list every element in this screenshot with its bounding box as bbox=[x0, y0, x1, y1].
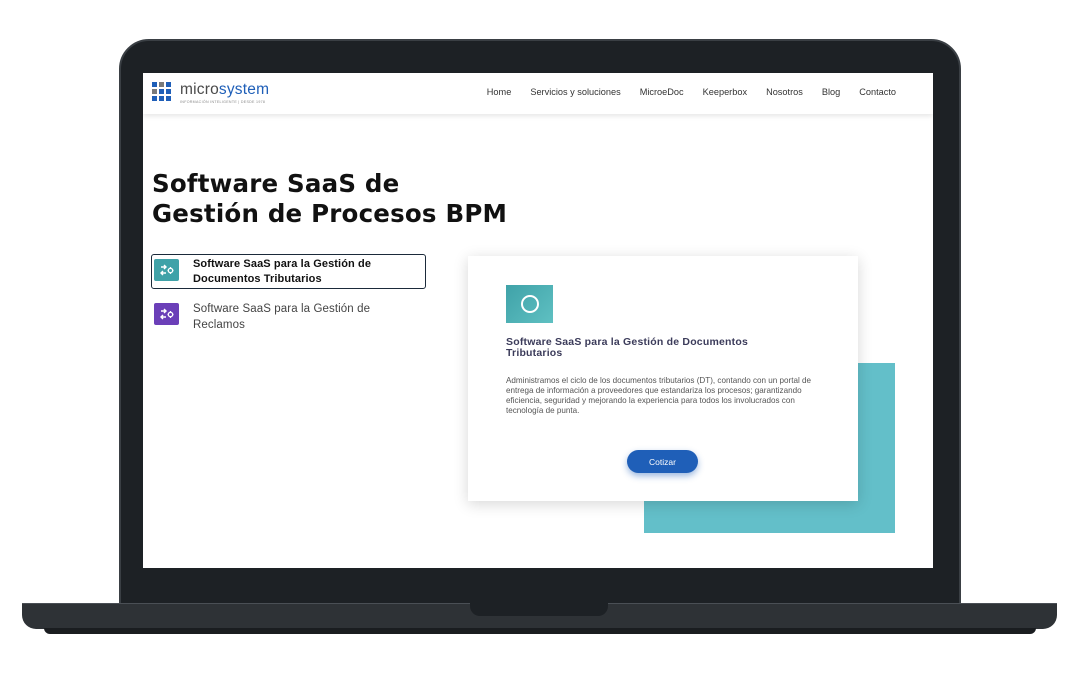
nav-item-keeperbox[interactable]: Keeperbox bbox=[703, 87, 747, 97]
tab-reclamos[interactable]: Software SaaS para la Gestión de Reclamo… bbox=[151, 298, 426, 335]
gear-swap-icon bbox=[154, 303, 179, 325]
brand-tagline: INFORMACIÓN INTELIGENTE | DESDE 1978 bbox=[180, 100, 266, 104]
nav-item-nosotros[interactable]: Nosotros bbox=[766, 87, 803, 97]
tab-label: Software SaaS para la Gestión de Reclamo… bbox=[193, 303, 371, 331]
circle-icon bbox=[506, 285, 553, 323]
card-description: Administramos el ciclo de los documentos… bbox=[506, 376, 812, 415]
logo-mark-icon bbox=[152, 82, 174, 102]
nav-item-servicios[interactable]: Servicios y soluciones bbox=[530, 87, 620, 97]
nav-item-blog[interactable]: Blog bbox=[822, 87, 840, 97]
laptop-base-shadow bbox=[44, 628, 1036, 634]
brand-name: microsystem bbox=[180, 81, 270, 98]
nav-item-contacto[interactable]: Contacto bbox=[859, 87, 896, 97]
cotizar-button[interactable]: Cotizar bbox=[627, 450, 698, 473]
brand-name-part2: system bbox=[218, 81, 270, 98]
site-header: microsystem INFORMACIÓN INTELIGENTE | DE… bbox=[143, 73, 933, 114]
brand-name-part1: micro bbox=[180, 81, 219, 98]
page-title-line2: Gestión de Procesos BPM bbox=[152, 199, 508, 228]
solution-card: Software SaaS para la Gestión de Documen… bbox=[468, 256, 858, 501]
laptop-screen: microsystem INFORMACIÓN INTELIGENTE | DE… bbox=[143, 73, 933, 568]
main-nav: Home Servicios y soluciones MicroeDoc Ke… bbox=[487, 87, 896, 97]
nav-item-home[interactable]: Home bbox=[487, 87, 512, 97]
page-title: Software SaaS de Gestión de Procesos BPM bbox=[152, 169, 622, 229]
tab-label: Software SaaS para la Gestión de Documen… bbox=[193, 258, 372, 285]
card-title: Software SaaS para la Gestión de Documen… bbox=[506, 336, 748, 359]
nav-item-microedoc[interactable]: MicroeDoc bbox=[640, 87, 684, 97]
page-title-line1: Software SaaS de bbox=[152, 169, 400, 198]
gear-swap-icon bbox=[154, 259, 179, 281]
tab-documentos-tributarios[interactable]: Software SaaS para la Gestión de Documen… bbox=[151, 254, 426, 289]
brand-logo[interactable]: microsystem INFORMACIÓN INTELIGENTE | DE… bbox=[152, 82, 269, 104]
laptop-notch bbox=[470, 603, 608, 616]
solution-tabs: Software SaaS para la Gestión de Documen… bbox=[151, 254, 426, 344]
